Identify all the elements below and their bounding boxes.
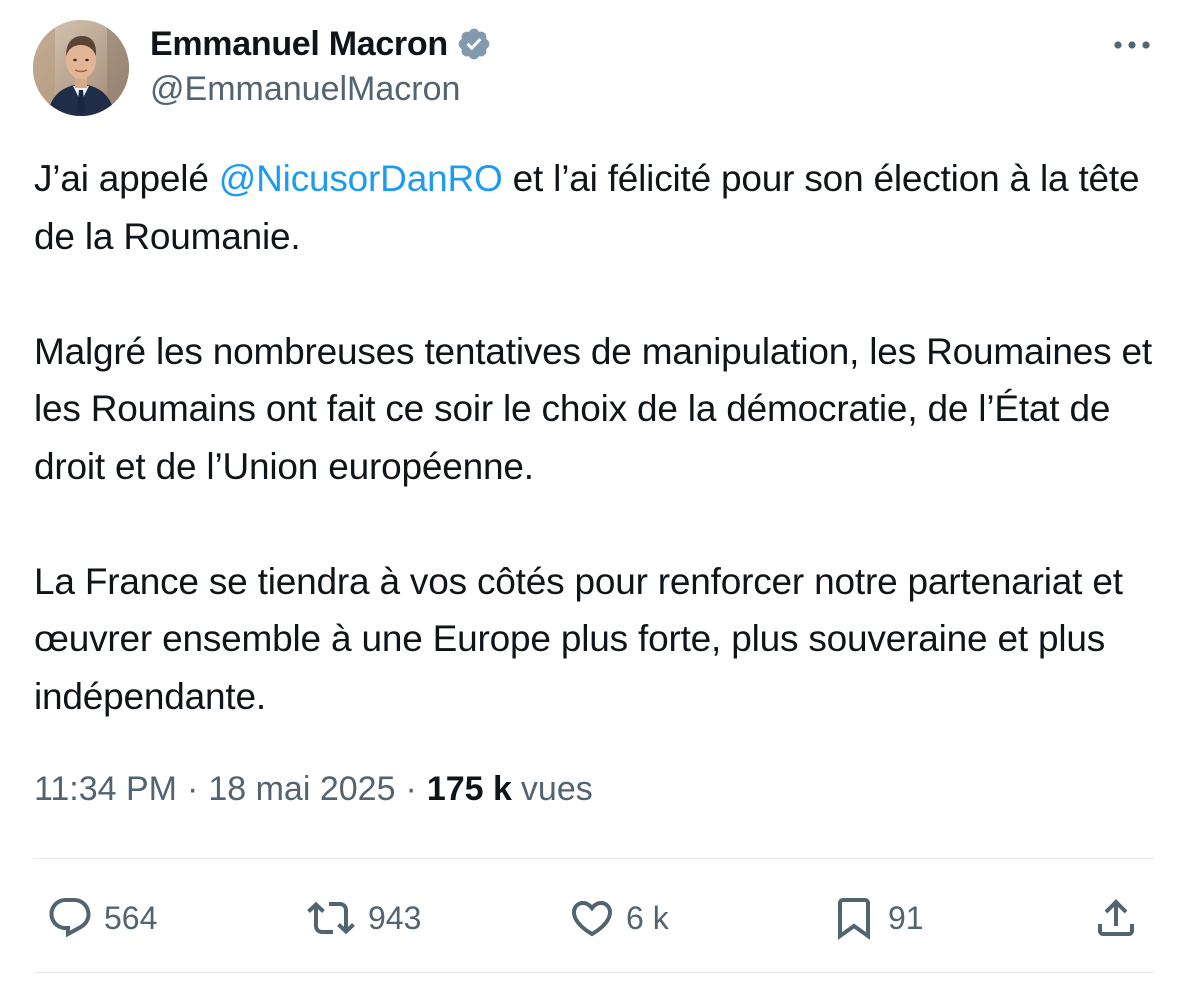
heart-icon [571, 901, 613, 937]
author-avatar[interactable] [33, 20, 129, 116]
bookmark-icon [838, 898, 870, 940]
author-handle[interactable]: @EmmanuelMacron [150, 70, 460, 109]
bookmark-button[interactable]: 91 [830, 890, 924, 946]
repost-count: 943 [368, 899, 422, 936]
tweet-timestamp[interactable]: 11:34 PM [34, 770, 177, 809]
tweet-date[interactable]: 18 mai 2025 [208, 770, 395, 809]
more-icon [1114, 41, 1150, 49]
tweet-text: J’ai appelé @NicusorDanRO et l’ai félici… [34, 150, 1164, 725]
like-button[interactable]: 6 k [568, 890, 669, 946]
author-name[interactable]: Emmanuel Macron [150, 25, 448, 64]
more-options-button[interactable] [1108, 30, 1156, 60]
bookmark-count: 91 [888, 899, 924, 936]
share-button[interactable] [1092, 890, 1140, 946]
reply-button[interactable]: 564 [46, 890, 157, 946]
repost-icon [307, 901, 355, 935]
views-label: vues [520, 770, 593, 808]
divider [34, 858, 1154, 859]
like-count: 6 k [626, 899, 669, 936]
author-name-row: Emmanuel Macron [150, 22, 492, 66]
repost-button[interactable]: 943 [304, 890, 421, 946]
share-icon [1098, 899, 1134, 936]
reply-icon [49, 898, 91, 938]
tweet-paragraph-1: J’ai appelé @NicusorDanRO et l’ai félici… [34, 150, 1164, 265]
divider [34, 972, 1154, 973]
tweet-paragraph-3: La France se tiendra à vos côtés pour re… [34, 560, 1123, 717]
verified-badge-icon[interactable] [456, 26, 492, 62]
meta-separator: · [405, 770, 417, 808]
tweet-card: Emmanuel Macron @EmmanuelMacron J’ai app… [0, 0, 1196, 982]
views-count: 175 k [426, 770, 512, 808]
tweet-text-segment: J’ai appelé [34, 158, 219, 199]
meta-separator: · [187, 770, 199, 808]
tweet-paragraph-2: Malgré les nombreuses tentatives de mani… [34, 330, 1152, 487]
tweet-meta: 11:34 PM · 18 mai 2025 · 175 k vues [34, 770, 593, 809]
mention-link[interactable]: @NicusorDanRO [219, 158, 503, 199]
reply-count: 564 [104, 899, 158, 936]
